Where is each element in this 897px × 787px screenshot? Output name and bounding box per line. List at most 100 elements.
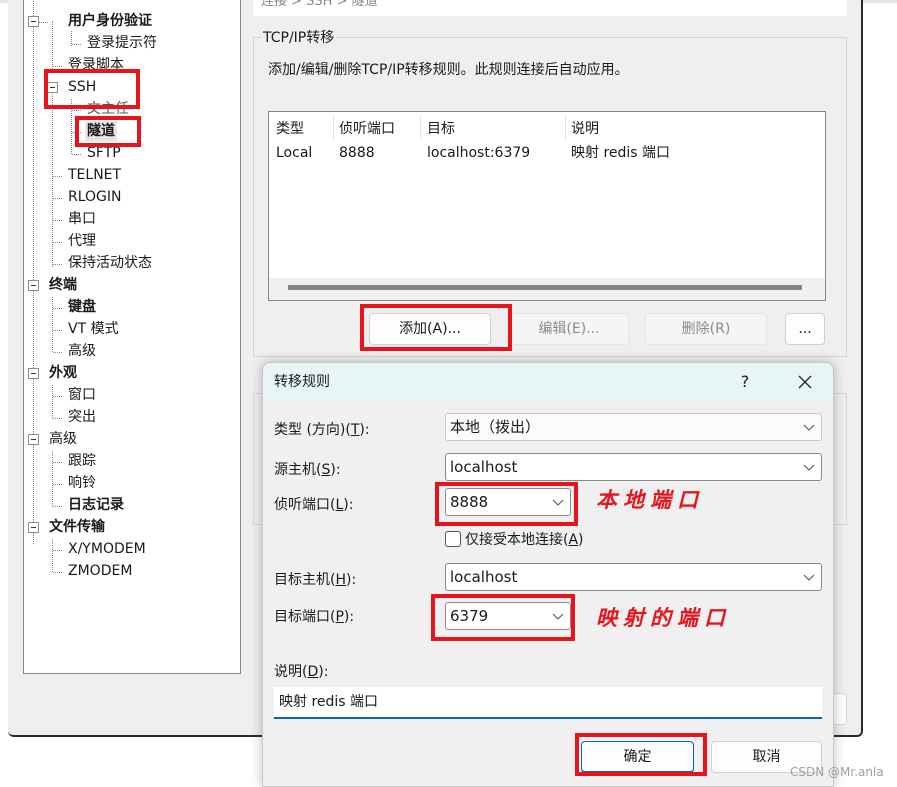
description-label-text: 说明( [274, 664, 308, 680]
highlight-box-ssh [44, 69, 140, 109]
tree-branch [72, 154, 81, 155]
target-host-label-text: 目标主机( [274, 572, 336, 588]
collapse-icon[interactable] [28, 522, 39, 533]
tree-branch [53, 330, 62, 331]
tree-item-window[interactable]: 窗口 [68, 385, 96, 405]
breadcrumb: 连接 > SSH > 隧道 [253, 0, 847, 16]
annotation-local-port: 本地端口 [596, 487, 704, 512]
tree-branch [53, 242, 62, 243]
horizontal-scrollbar[interactable] [269, 278, 825, 300]
tree-item-rlogin[interactable]: RLOGIN [68, 187, 122, 207]
annotation-mapped-port: 映射的端口 [596, 605, 731, 630]
listen-port-label: 侦听端口(L): [274, 497, 354, 513]
tree-guide-line [52, 87, 53, 267]
tree-branch [53, 506, 62, 507]
chevron-down-icon[interactable] [803, 572, 815, 582]
more-button[interactable]: ... [785, 313, 825, 345]
highlight-box-ok [575, 733, 707, 776]
group-title: TCP/IP转移 [261, 27, 337, 47]
highlight-box-tunnel [75, 116, 141, 147]
dialog-titlebar[interactable]: 转移规则 ? [263, 363, 833, 400]
cell-listen-port: 8888 [339, 145, 375, 161]
source-host-label: 源主机(S): [274, 462, 341, 478]
highlight-box-target-port [431, 594, 575, 641]
tree-branch [72, 110, 81, 111]
tree-branch [53, 418, 62, 419]
tree-branch [72, 44, 81, 45]
tree-branch [53, 198, 62, 199]
chevron-down-icon [803, 424, 815, 431]
column-header-target[interactable]: 目标 [420, 118, 455, 140]
tree-item-vt-mode[interactable]: VT 模式 [68, 319, 119, 339]
source-host-combo[interactable]: localhost [445, 453, 822, 481]
help-button[interactable]: ? [733, 370, 757, 394]
target-host-accesskey: H [335, 572, 346, 588]
target-port-label-text: 目标端口( [274, 609, 336, 625]
close-button[interactable] [787, 367, 823, 397]
local-only-accesskey: A [568, 532, 579, 548]
tree-item-keyboard[interactable]: 键盘 [68, 297, 96, 317]
tree-item-xymodem[interactable]: X/YMODEM [68, 539, 146, 559]
type-label: 类型 (方向)(T): [274, 422, 370, 438]
tree-branch [53, 462, 62, 463]
tree-item-advanced[interactable]: 高级 [49, 429, 77, 449]
cell-target: localhost:6379 [427, 145, 531, 161]
tree-branch [53, 352, 62, 353]
tree-branch [39, 22, 48, 23]
forwarding-rule-dialog: 转移规则 ? 类型 (方向)(T): 本地（拨出） 源主机(S): localh… [262, 362, 834, 787]
watermark: CSDN @Mr.anla [790, 765, 884, 779]
tree-item-terminal-advanced[interactable]: 高级 [68, 341, 96, 361]
target-port-accesskey: P [335, 609, 344, 625]
tree-item-user-auth[interactable]: 用户身份验证 [68, 11, 152, 31]
source-host-value: localhost [450, 458, 518, 476]
tree-item-terminal[interactable]: 终端 [49, 275, 77, 295]
tree-item-zmodem[interactable]: ZMODEM [68, 561, 132, 581]
column-header-description[interactable]: 说明 [564, 118, 599, 140]
tree-item-logging[interactable]: 日志记录 [68, 495, 124, 515]
edit-button[interactable]: 编辑(E)... [509, 313, 629, 345]
tree-branch [53, 220, 62, 221]
tree-item-login-prompt[interactable]: 登录提示符 [87, 33, 157, 53]
tree-item-telnet[interactable]: TELNET [68, 165, 121, 185]
tree-branch [53, 308, 62, 309]
scrollbar-thumb[interactable] [288, 285, 802, 290]
dialog-title: 转移规则 [274, 374, 330, 390]
forwarding-rules-list[interactable]: 类型 侦听端口 目标 说明 Local 8888 localhost:6379 … [268, 111, 826, 301]
type-select-value: 本地（拨出） [450, 418, 541, 436]
type-select[interactable]: 本地（拨出） [445, 413, 822, 441]
target-host-label: 目标主机(H): [274, 572, 357, 588]
column-header-type[interactable]: 类型 [269, 118, 304, 140]
tree-item-appearance[interactable]: 外观 [49, 363, 77, 383]
delete-button[interactable]: 删除(R) [645, 313, 767, 345]
tree-branch [53, 66, 62, 67]
tree-item-highlight[interactable]: 突出 [68, 407, 96, 427]
tree-item-proxy[interactable]: 代理 [68, 231, 96, 251]
type-label-text: 类型 (方向)( [274, 422, 351, 438]
tree-item-keepalive[interactable]: 保持活动状态 [68, 253, 152, 273]
collapse-icon[interactable] [28, 368, 39, 379]
target-host-value: localhost [450, 568, 518, 586]
collapse-icon[interactable] [28, 16, 39, 27]
tree-item-file-transfer[interactable]: 文件传输 [49, 517, 105, 537]
local-only-checkbox[interactable] [445, 531, 461, 547]
tree-guide-line [33, 0, 34, 544]
local-only-label-text: 仅接受本地连接( [465, 532, 569, 548]
chevron-down-icon[interactable] [803, 462, 815, 472]
tree-branch [53, 176, 62, 177]
target-host-combo[interactable]: localhost [445, 563, 822, 591]
collapse-icon[interactable] [28, 280, 39, 291]
column-header-listen-port[interactable]: 侦听端口 [332, 118, 395, 140]
description-input[interactable]: 映射 redis 端口 [274, 687, 822, 719]
collapse-icon[interactable] [28, 434, 39, 445]
highlight-box-listen-port [435, 482, 578, 526]
source-host-label-text: 源主机( [274, 462, 322, 478]
tree-item-serial[interactable]: 串口 [68, 209, 96, 229]
group-description: 添加/编辑/删除TCP/IP转移规则。此规则连接后自动应用。 [268, 62, 629, 78]
tree-item-trace[interactable]: 跟踪 [68, 451, 96, 471]
source-host-accesskey: S [321, 462, 331, 478]
description-label: 说明(D): [274, 664, 329, 680]
tree-branch [53, 396, 62, 397]
tree-item-bell[interactable]: 响铃 [68, 473, 96, 493]
local-only-label[interactable]: 仅接受本地连接(A) [465, 529, 584, 549]
highlight-box-add [360, 304, 512, 351]
